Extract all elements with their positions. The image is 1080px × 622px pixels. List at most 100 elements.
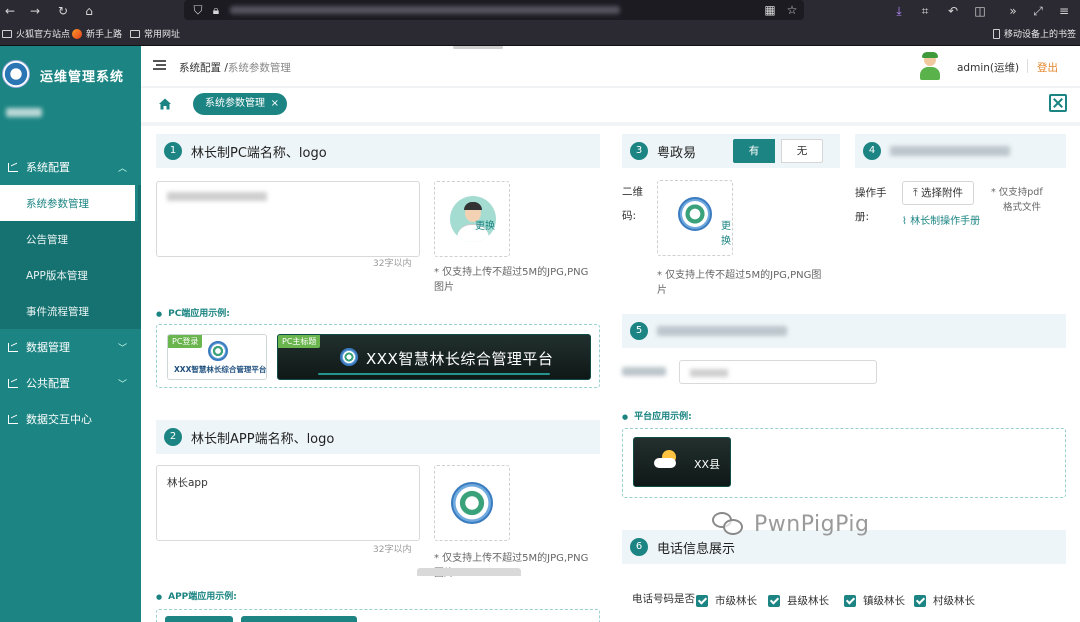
change-qr-link[interactable]: 更换	[721, 217, 732, 247]
reload-icon[interactable]: ↻	[55, 3, 71, 19]
scroll-handle[interactable]	[453, 46, 503, 49]
change-logo-link[interactable]: 更换	[475, 217, 495, 232]
tab-system-params[interactable]: 系统参数管理 ×	[193, 93, 287, 115]
sidebar-item-app-version[interactable]: APP版本管理	[0, 257, 141, 293]
section-title-blurred	[657, 326, 787, 336]
example-label: 平台应用示例:	[622, 409, 692, 422]
upload-hint: * 仅支持上传不超过5M的JPG,PNG	[434, 267, 589, 278]
forward-icon[interactable]: →	[27, 3, 43, 19]
paperclip-icon: ⌇	[902, 216, 907, 227]
sidebar-item-event-flow[interactable]: 事件流程管理	[0, 293, 141, 329]
address-bar[interactable]: ⛉ 🔒︎ ▦ ☆	[184, 0, 804, 20]
checked-icon	[696, 594, 708, 607]
avatar[interactable]	[919, 52, 941, 80]
checkbox-county[interactable]: 县级林长	[768, 593, 829, 608]
watermark: PwnPigPig	[712, 510, 869, 538]
example-county-text: XX县	[694, 458, 721, 471]
upload-hint: 片	[657, 285, 667, 296]
yzy-toggle: 有 无	[733, 139, 823, 163]
option-yes-button[interactable]: 有	[733, 139, 775, 163]
app-name-textarea[interactable]: 林长app	[156, 465, 420, 541]
chevron-double-right-icon[interactable]: »	[1005, 3, 1021, 19]
emblem-logo	[340, 348, 358, 366]
close-icon[interactable]: ×	[271, 93, 279, 115]
checkbox-town[interactable]: 镇级林长	[844, 593, 905, 608]
sidebar: 运维管理系统 系统配置 ︿ 系统参数管理 公告管理 APP版本管理 事件流程管理…	[0, 46, 141, 622]
sidebar-group-data-management[interactable]: 数据管理 ﹀	[0, 329, 141, 365]
fullscreen-icon[interactable]: ⤢	[1030, 3, 1046, 19]
hamburger-menu-icon[interactable]: ≡	[1056, 3, 1072, 19]
bookmark-star-icon[interactable]: ☆	[784, 2, 800, 18]
qr-upload[interactable]: 更换	[657, 180, 733, 256]
top-header: 系统配置 /系统参数管理 admin(运维) 登出	[141, 46, 1080, 86]
undo-icon[interactable]: ↶	[945, 3, 961, 19]
pc-logo-upload[interactable]: 更换	[434, 181, 510, 257]
chevron-up-icon: ︿	[117, 164, 127, 174]
downloads-icon[interactable]: ⤓	[891, 3, 907, 19]
checkbox-city[interactable]: 市级林长	[696, 593, 757, 608]
example-badge: PC登录	[168, 335, 203, 348]
sidebar-group-label: 数据交互中心	[26, 413, 92, 426]
username[interactable]: admin(运维)	[957, 60, 1019, 75]
checkbox-village[interactable]: 村级林长	[914, 593, 975, 608]
emblem-logo	[451, 482, 493, 524]
upload-hint: * 仅支持上传不超过5M的JPG,PNG图	[657, 270, 822, 281]
step-number: 4	[863, 142, 881, 160]
sidebar-group-label: 数据管理	[26, 341, 70, 354]
lock-icon: 🔒︎	[212, 3, 220, 17]
back-icon[interactable]: ←	[2, 3, 18, 19]
shield-icon[interactable]: ⛉	[190, 2, 206, 18]
crop-icon[interactable]: ⌗	[917, 3, 933, 19]
section-title: 粤政易	[657, 145, 697, 161]
bookmark-item[interactable]: 火狐官方站点	[2, 27, 70, 40]
qr-code-icon[interactable]: ▦	[762, 2, 778, 18]
example-label: PC端应用示例:	[156, 306, 230, 319]
home-icon[interactable]: ⌂	[81, 3, 97, 19]
app-logo	[2, 60, 30, 88]
breadcrumb: 系统配置 /系统参数管理	[179, 60, 291, 75]
close-all-tabs-icon[interactable]	[1049, 94, 1067, 112]
current-user-blurred	[6, 108, 42, 117]
char-limit-hint: 32字以内	[373, 545, 412, 555]
manual-file-link[interactable]: ⌇ 林长制操作手册	[902, 212, 980, 227]
sidebar-group-label: 系统配置	[26, 161, 70, 174]
home-icon[interactable]	[158, 97, 172, 111]
example-label: APP端应用示例:	[156, 589, 237, 602]
char-limit-hint: 32字以内	[373, 259, 412, 269]
bookmark-item[interactable]: 新手上路	[72, 27, 122, 40]
mobile-bookmarks[interactable]: 移动设备上的书签	[993, 27, 1076, 40]
folder-icon	[2, 29, 12, 38]
sidebar-group-system-config[interactable]: 系统配置 ︿	[0, 149, 141, 185]
chevron-down-icon: ﹀	[117, 380, 127, 390]
section-header: 5	[622, 314, 1066, 348]
breadcrumb-root[interactable]: 系统配置	[179, 62, 221, 74]
sidebar-group-data-exchange[interactable]: 数据交互中心	[0, 401, 141, 437]
step-number: 2	[164, 428, 182, 446]
bookmarks-bar: 火狐官方站点 新手上路 常用网址 移动设备上的书签	[0, 22, 1080, 46]
divider	[1027, 59, 1028, 73]
sidebar-submenu: 系统参数管理 公告管理 APP版本管理 事件流程管理	[0, 185, 141, 329]
browser-toolbar: ← → ↻ ⌂ ⛉ 🔒︎ ▦ ☆ ⤓ ⌗ ↶ ◫ » ⤢ ≡	[0, 0, 1080, 22]
logout-link[interactable]: 登出	[1037, 60, 1058, 75]
platform-name-input[interactable]	[679, 360, 877, 384]
save-button-partial[interactable]	[417, 568, 521, 576]
checked-icon	[914, 594, 926, 607]
select-attachment-button[interactable]: ⤒ 选择附件	[902, 181, 974, 205]
extension-icon[interactable]: ◫	[972, 3, 988, 19]
platform-name-value-blurred	[690, 369, 728, 377]
section-title: 林长制APP端名称、logo	[191, 431, 335, 447]
app-logo-upload[interactable]	[434, 465, 510, 541]
sidebar-item-system-params[interactable]: 系统参数管理	[0, 185, 138, 221]
app-title: 运维管理系统	[40, 70, 125, 85]
step-number: 3	[630, 142, 648, 160]
sidebar-item-announcements[interactable]: 公告管理	[0, 221, 141, 257]
upload-icon: ⤒	[913, 187, 918, 199]
sidebar-group-label: 公共配置	[26, 377, 70, 390]
pc-name-textarea[interactable]	[156, 181, 420, 257]
bookmark-item[interactable]: 常用网址	[130, 27, 180, 40]
menu-toggle-icon[interactable]	[153, 60, 166, 70]
sidebar-group-public-config[interactable]: 公共配置 ﹀	[0, 365, 141, 401]
option-no-button[interactable]: 无	[781, 139, 823, 163]
pc-example-box: PC登录 XXX智慧林长综合管理平台 PC主标题 XXX智慧林长综合管理平台	[156, 324, 600, 388]
upload-hint: * 仅支持上传不超过5M的JPG,PNG	[434, 553, 589, 564]
